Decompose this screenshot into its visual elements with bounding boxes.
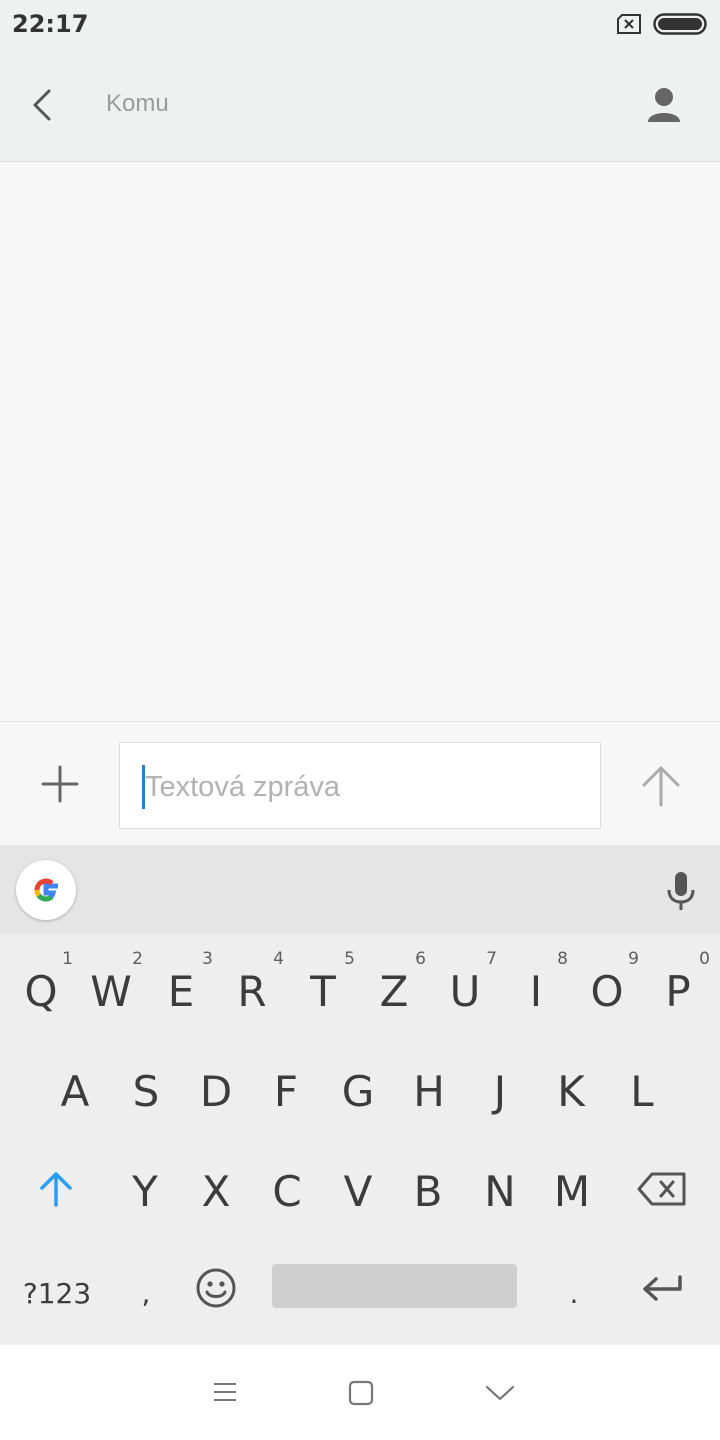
key-q[interactable]: Q1 [7, 945, 75, 1035]
key-r[interactable]: R4 [218, 945, 286, 1035]
menu-icon[interactable] [212, 1381, 238, 1408]
key-m[interactable]: M [538, 1145, 606, 1235]
key-w[interactable]: W2 [77, 945, 145, 1035]
emoji-icon[interactable] [182, 1245, 250, 1335]
key-l[interactable]: L [608, 1045, 676, 1135]
key-j[interactable]: J [466, 1045, 534, 1135]
key-i[interactable]: I8 [502, 945, 570, 1035]
compose-bar: Textová zpráva [0, 721, 720, 845]
key-b[interactable]: B [394, 1145, 462, 1235]
navigation-bar [0, 1345, 720, 1440]
key-s[interactable]: S [112, 1045, 180, 1135]
key-o[interactable]: O9 [573, 945, 641, 1035]
key-z[interactable]: Z6 [360, 945, 428, 1035]
enter-icon[interactable] [628, 1245, 696, 1335]
key-y[interactable]: Y [111, 1145, 179, 1235]
messaging-screen: 22:17 Komu Textová zpráva Q 1 W 2 E 3 R … [0, 0, 720, 1440]
google-icon[interactable] [16, 860, 76, 920]
battery-icon [653, 12, 709, 41]
key-g[interactable]: G [324, 1045, 392, 1135]
message-input[interactable]: Textová zpráva [119, 742, 601, 829]
key-c[interactable]: C [253, 1145, 321, 1235]
home-icon[interactable] [348, 1380, 374, 1411]
send-arrow-icon[interactable] [640, 764, 682, 808]
shift-icon[interactable] [22, 1145, 90, 1235]
key-period[interactable]: . [540, 1245, 608, 1335]
contact-icon[interactable] [646, 86, 682, 126]
compose-header: Komu [0, 50, 720, 162]
key-t[interactable]: T5 [289, 945, 357, 1035]
key-p[interactable]: P0 [644, 945, 712, 1035]
symbols-key[interactable]: ?123 [18, 1245, 96, 1335]
back-chevron-icon[interactable] [484, 1383, 516, 1408]
key-h[interactable]: H [395, 1045, 463, 1135]
key-f[interactable]: F [252, 1045, 320, 1135]
sim-x-icon [616, 13, 642, 40]
key-comma[interactable]: , [112, 1245, 180, 1335]
suggestion-strip [0, 845, 720, 934]
key-n[interactable]: N [466, 1145, 534, 1235]
back-icon[interactable] [24, 85, 64, 125]
status-time: 22:17 [12, 10, 89, 38]
key-x[interactable]: X [182, 1145, 250, 1235]
key-e[interactable]: E3 [147, 945, 215, 1035]
key-u[interactable]: U7 [431, 945, 499, 1035]
key-v[interactable]: V [324, 1145, 392, 1235]
key-d[interactable]: D [182, 1045, 250, 1135]
key-k[interactable]: K [537, 1045, 605, 1135]
keyboard: Q1 W2 E3 R4 T5 Z6 U7 I8 O9 P0 A S D F G … [0, 845, 720, 1345]
plus-icon[interactable] [40, 764, 80, 804]
status-bar: 22:17 [0, 0, 720, 50]
backspace-icon[interactable] [628, 1145, 696, 1235]
key-a[interactable]: A [41, 1045, 109, 1135]
space-bar[interactable] [272, 1264, 517, 1308]
recipient-field[interactable]: Komu [106, 90, 169, 118]
conversation-area [0, 162, 720, 722]
message-placeholder: Textová zpráva [145, 771, 341, 803]
mic-icon[interactable] [664, 870, 698, 912]
